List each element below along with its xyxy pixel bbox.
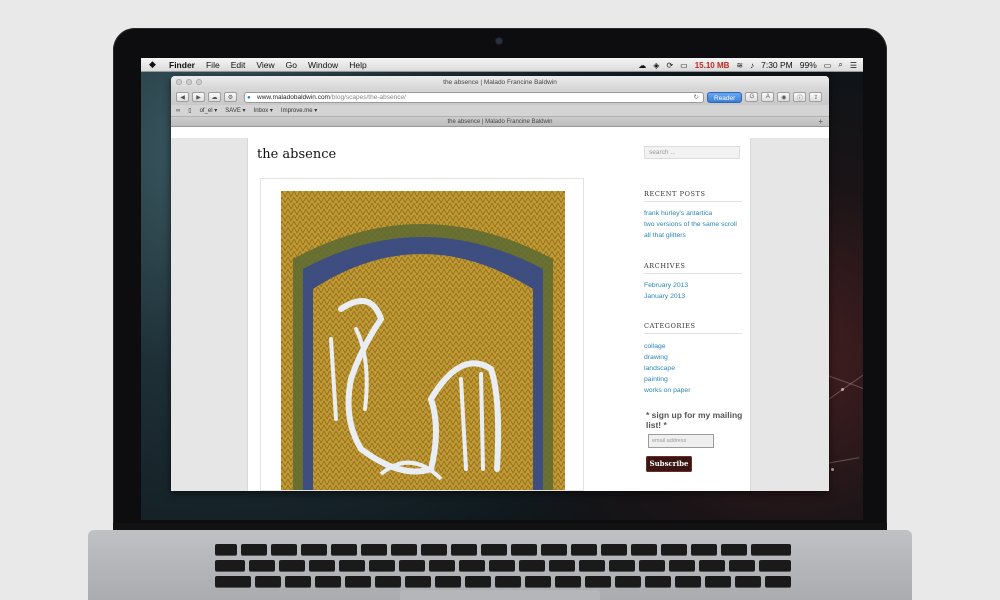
menu-view[interactable]: View [256,60,274,70]
memory-readout[interactable]: 15.10 MB [695,61,730,70]
browser-toolbar: ◀ ▶ ☁ ⚙ ● www.maladobaldwin.com/blog/sca… [171,89,829,105]
trackpad [400,590,600,600]
artwork-image[interactable] [260,178,584,491]
category-link[interactable]: landscape [644,363,675,374]
bookmarks-book-icon[interactable]: ▯ [188,107,191,114]
recent-post-link[interactable]: all that glitters [644,230,686,241]
tab-current[interactable]: the absence | Malado Francine Baldwin [448,119,553,125]
webcam-icon [496,38,502,44]
eye-icon[interactable]: ◉ [777,92,791,102]
menu-edit[interactable]: Edit [231,60,246,70]
subscribe-button[interactable]: Subscribe [646,456,692,472]
minimize-icon[interactable] [186,79,192,85]
wrench-icon[interactable]: ⚙ [224,92,237,102]
new-tab-icon[interactable]: + [818,117,823,127]
spotlight-icon[interactable]: ⌕ [838,60,842,70]
url-domain: www.maladobaldwin.com [257,93,330,101]
wallpaper-dot [841,388,844,391]
category-link[interactable]: painting [644,374,668,385]
window-titlebar: the absence | Malado Francine Baldwin [171,76,829,89]
menu-help[interactable]: Help [349,60,366,70]
key-row [215,576,791,587]
post-title[interactable]: the absence [257,147,336,162]
notification-icon[interactable]: ☰ [850,61,857,70]
archive-link[interactable]: February 2013 [644,280,688,291]
close-icon[interactable] [176,79,182,85]
recent-post-link[interactable]: frank hurley's antartica [644,208,712,219]
dropbox-icon[interactable]: ◈ [653,61,659,70]
wallpaper-dot [831,468,834,471]
menubar-status-area: ☁ ◈ ⟳ ▭ 15.10 MB ≋ ♪ 7:30 PM 99% ▭ ⌕ ☰ [638,58,857,72]
share-icon[interactable]: ⇪ [809,92,823,102]
info-icon[interactable]: ⓘ [793,92,807,102]
font-size-icon[interactable]: A [761,92,775,102]
category-link[interactable]: drawing [644,352,668,363]
icloud-icon[interactable]: ☁ [208,92,221,102]
blog-page: the absence search ... RECENT POSTS fran… [247,138,751,491]
reading-list-icon[interactable]: ∞ [176,108,180,114]
recent-posts-heading: RECENT POSTS [644,190,742,202]
zoom-icon[interactable] [196,79,202,85]
key-row [215,560,791,571]
bookmarks-bar: ∞ ▯ of_el ▾ SAVE ▾ Inbox ▾ Improve.me ▾ [171,105,829,117]
window-title: the absence | Malado Francine Baldwin [443,79,557,86]
search-input[interactable]: search ... [644,146,740,159]
bookmark-inbox[interactable]: Inbox ▾ [254,107,273,114]
mailing-list-heading: * sign up for my mailing list! * [646,410,743,430]
recent-post-link[interactable]: two versions of the same scroll [644,219,737,230]
battery-percent[interactable]: 99% [800,60,817,70]
battery-icon[interactable]: ▭ [824,61,832,70]
menu-go[interactable]: Go [286,60,297,70]
sync-icon[interactable]: ⟳ [666,61,673,70]
email-field[interactable]: email address [648,434,714,448]
category-link[interactable]: collage [644,341,666,352]
reader-button[interactable]: Reader [707,91,743,103]
clock[interactable]: 7:30 PM [761,60,793,70]
category-link[interactable]: works on paper [644,385,690,396]
archives-heading: ARCHIVES [644,262,742,274]
url-path: /blog/scapes/the-absence/ [329,93,406,101]
bookmark-ofel[interactable]: of_el ▾ [200,107,218,114]
tab-bar: the absence | Malado Francine Baldwin + [171,117,829,127]
safari-window: the absence | Malado Francine Baldwin ◀ … [171,76,829,491]
laptop-screen: ◆ Finder File Edit View Go Window Help ☁… [141,58,863,520]
menu-finder[interactable]: Finder [169,60,195,70]
bookmark-improve[interactable]: Improve.me ▾ [281,107,317,114]
screen-icon[interactable]: ▭ [680,61,688,70]
forward-icon[interactable]: ▶ [192,92,205,102]
archive-link[interactable]: January 2013 [644,291,685,302]
extension-g-icon[interactable]: G [745,92,759,102]
reload-icon[interactable]: ↻ [694,93,699,102]
mac-menubar: ◆ Finder File Edit View Go Window Help ☁… [141,58,863,72]
address-bar[interactable]: ● www.maladobaldwin.com/blog/scapes/the-… [244,91,704,103]
menu-file[interactable]: File [206,60,220,70]
artwork-painting [281,191,565,490]
volume-icon[interactable]: ♪ [750,61,754,70]
globe-icon: ● [247,94,251,101]
menu-window[interactable]: Window [308,60,338,70]
window-controls [176,79,202,85]
categories-heading: CATEGORIES [644,322,742,334]
back-icon[interactable]: ◀ [176,92,189,102]
cloud-icon[interactable]: ☁ [638,61,646,70]
bookmark-save[interactable]: SAVE ▾ [225,107,245,114]
page-viewport: the absence search ... RECENT POSTS fran… [171,138,829,491]
wifi-icon[interactable]: ≋ [736,61,743,70]
key-row [215,544,791,555]
apple-menu-icon[interactable]: ◆ [149,59,159,70]
